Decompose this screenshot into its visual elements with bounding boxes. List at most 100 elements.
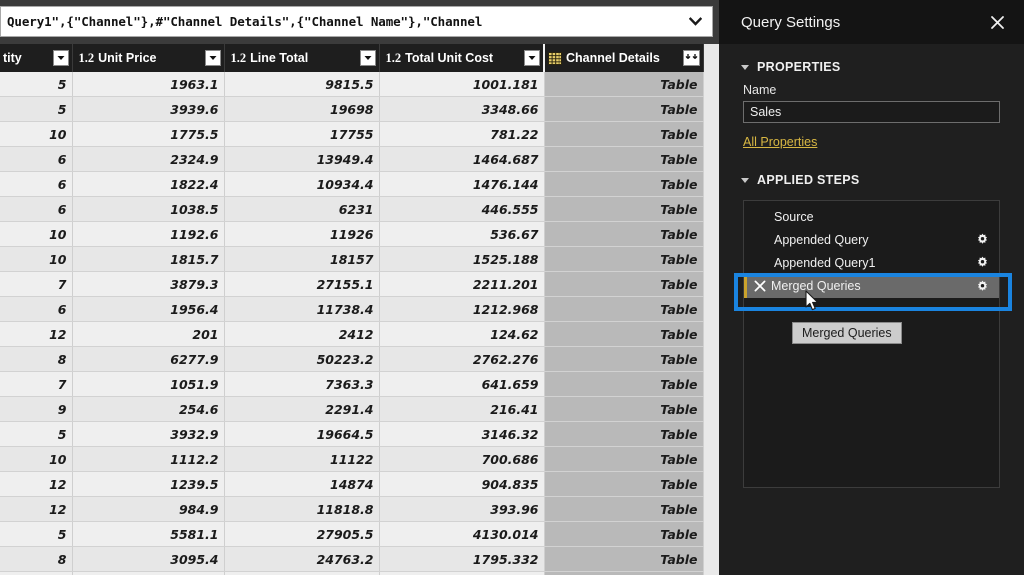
table-cell[interactable]: 641.659: [379, 371, 545, 397]
table-cell[interactable]: 1822.4: [72, 171, 225, 197]
table-cell[interactable]: 1112.2: [72, 446, 225, 472]
gear-icon[interactable]: [971, 254, 993, 272]
table-cell[interactable]: 3095.4: [72, 546, 225, 572]
table-row[interactable]: 6 2324.9 13949.4 1464.687 Table: [0, 146, 704, 172]
table-cell[interactable]: 11926: [224, 221, 380, 247]
table-row[interactable]: 7 1051.9 7363.3 641.659 Table: [0, 371, 704, 397]
table-row[interactable]: 5 3932.9 19664.5 3146.32 Table: [0, 421, 704, 447]
chevron-down-icon[interactable]: [678, 7, 712, 36]
table-row[interactable]: 10 1775.5 17755 781.22 Table: [0, 121, 704, 147]
table-cell[interactable]: 1001.181: [379, 72, 545, 97]
table-cell[interactable]: 3932.9: [72, 421, 225, 447]
table-row[interactable]: 8 3095.4 24763.2 1795.332 Table: [0, 546, 704, 572]
applied-step-item[interactable]: Appended Query1: [744, 251, 999, 274]
table-cell[interactable]: 19664.5: [224, 421, 380, 447]
table-cell[interactable]: 2762.276: [379, 346, 545, 372]
cell-channel-details[interactable]: Table: [544, 221, 704, 247]
table-cell[interactable]: 3146.32: [379, 421, 545, 447]
table-cell[interactable]: 10934.4: [224, 171, 380, 197]
table-cell[interactable]: 13949.4: [224, 146, 380, 172]
cell-channel-details[interactable]: Table: [544, 296, 704, 322]
gear-icon[interactable]: [971, 231, 993, 249]
table-cell[interactable]: 4130.014: [379, 521, 545, 547]
table-cell[interactable]: 27905.5: [224, 521, 380, 547]
formula-text[interactable]: Query1",{"Channel"},#"Channel Details",{…: [1, 14, 678, 29]
table-cell[interactable]: 1815.7: [72, 246, 225, 272]
formula-bar[interactable]: Query1",{"Channel"},#"Channel Details",{…: [0, 6, 713, 37]
table-cell[interactable]: 2278: [72, 571, 225, 575]
filter-dropdown-icon[interactable]: [204, 50, 221, 66]
applied-steps-section-header[interactable]: APPLIED STEPS: [719, 151, 1024, 194]
table-cell[interactable]: 3348.66: [379, 96, 545, 122]
table-cell[interactable]: 2291.4: [224, 396, 380, 422]
table-cell[interactable]: 5: [0, 421, 73, 447]
table-cell[interactable]: 8: [0, 571, 73, 575]
table-cell[interactable]: 11122: [224, 446, 380, 472]
table-cell[interactable]: 5: [0, 72, 73, 97]
table-cell[interactable]: 1775.5: [72, 121, 225, 147]
table-cell[interactable]: 6277.9: [72, 346, 225, 372]
table-cell[interactable]: 1212.968: [379, 296, 545, 322]
table-cell[interactable]: 2211.201: [379, 271, 545, 297]
filter-dropdown-icon[interactable]: [359, 50, 376, 66]
table-cell[interactable]: 18224: [224, 571, 380, 575]
table-cell[interactable]: 5: [0, 96, 73, 122]
table-cell[interactable]: 9: [0, 396, 73, 422]
table-row[interactable]: 5 1963.1 9815.5 1001.181 Table: [0, 72, 704, 97]
cell-channel-details[interactable]: Table: [544, 571, 704, 575]
column-header-line-total[interactable]: 1.2 Line Total: [224, 44, 380, 72]
cell-channel-details[interactable]: Table: [544, 321, 704, 347]
cell-channel-details[interactable]: Table: [544, 396, 704, 422]
table-cell[interactable]: 17755: [224, 121, 380, 147]
column-header-total-unit-cost[interactable]: 1.2 Total Unit Cost: [379, 44, 545, 72]
applied-step-item[interactable]: Source: [744, 205, 999, 228]
applied-step-item[interactable]: Appended Query: [744, 228, 999, 251]
table-cell[interactable]: 254.6: [72, 396, 225, 422]
table-cell[interactable]: 9815.5: [224, 72, 380, 97]
table-cell[interactable]: 1192.6: [72, 221, 225, 247]
column-header-channel-details[interactable]: Channel Details: [543, 44, 704, 72]
table-cell[interactable]: 12: [0, 471, 73, 497]
table-cell[interactable]: 2412: [224, 321, 380, 347]
collapse-triangle-icon[interactable]: [741, 177, 749, 183]
table-cell[interactable]: 1525.188: [379, 246, 545, 272]
column-header-quantity[interactable]: tity: [0, 44, 73, 72]
collapse-triangle-icon[interactable]: [741, 64, 749, 70]
table-cell[interactable]: 10: [0, 121, 73, 147]
table-row[interactable]: 9 254.6 2291.4 216.41 Table: [0, 396, 704, 422]
cell-channel-details[interactable]: Table: [544, 371, 704, 397]
table-cell[interactable]: 1754.06: [379, 571, 545, 575]
table-cell[interactable]: 6: [0, 171, 73, 197]
table-row[interactable]: 12 984.9 11818.8 393.96 Table: [0, 496, 704, 522]
table-cell[interactable]: 19698: [224, 96, 380, 122]
cell-channel-details[interactable]: Table: [544, 96, 704, 122]
all-properties-link[interactable]: All Properties: [743, 135, 817, 149]
cell-channel-details[interactable]: Table: [544, 271, 704, 297]
cell-channel-details[interactable]: Table: [544, 346, 704, 372]
table-cell[interactable]: 6231: [224, 196, 380, 222]
table-row[interactable]: 82278182241754.06Table: [0, 571, 704, 575]
table-cell[interactable]: 536.67: [379, 221, 545, 247]
cell-channel-details[interactable]: Table: [544, 521, 704, 547]
delete-step-icon[interactable]: [751, 280, 769, 292]
expand-columns-icon[interactable]: [682, 50, 700, 66]
table-cell[interactable]: 781.22: [379, 121, 545, 147]
filter-dropdown-icon[interactable]: [52, 50, 69, 66]
table-cell[interactable]: 10: [0, 446, 73, 472]
close-icon[interactable]: [984, 9, 1010, 35]
table-cell[interactable]: 7: [0, 371, 73, 397]
applied-steps-list[interactable]: Source Appended Query Appended Query1 Merge…: [743, 200, 1000, 488]
table-cell[interactable]: 5: [0, 521, 73, 547]
cell-channel-details[interactable]: Table: [544, 121, 704, 147]
table-cell[interactable]: 3879.3: [72, 271, 225, 297]
table-row[interactable]: 5 5581.1 27905.5 4130.014 Table: [0, 521, 704, 547]
table-cell[interactable]: 216.41: [379, 396, 545, 422]
table-cell[interactable]: 8: [0, 346, 73, 372]
table-cell[interactable]: 24763.2: [224, 546, 380, 572]
table-cell[interactable]: 446.555: [379, 196, 545, 222]
table-cell[interactable]: 14874: [224, 471, 380, 497]
table-cell[interactable]: 10: [0, 221, 73, 247]
table-cell[interactable]: 904.835: [379, 471, 545, 497]
cell-channel-details[interactable]: Table: [544, 546, 704, 572]
table-cell[interactable]: 5581.1: [72, 521, 225, 547]
